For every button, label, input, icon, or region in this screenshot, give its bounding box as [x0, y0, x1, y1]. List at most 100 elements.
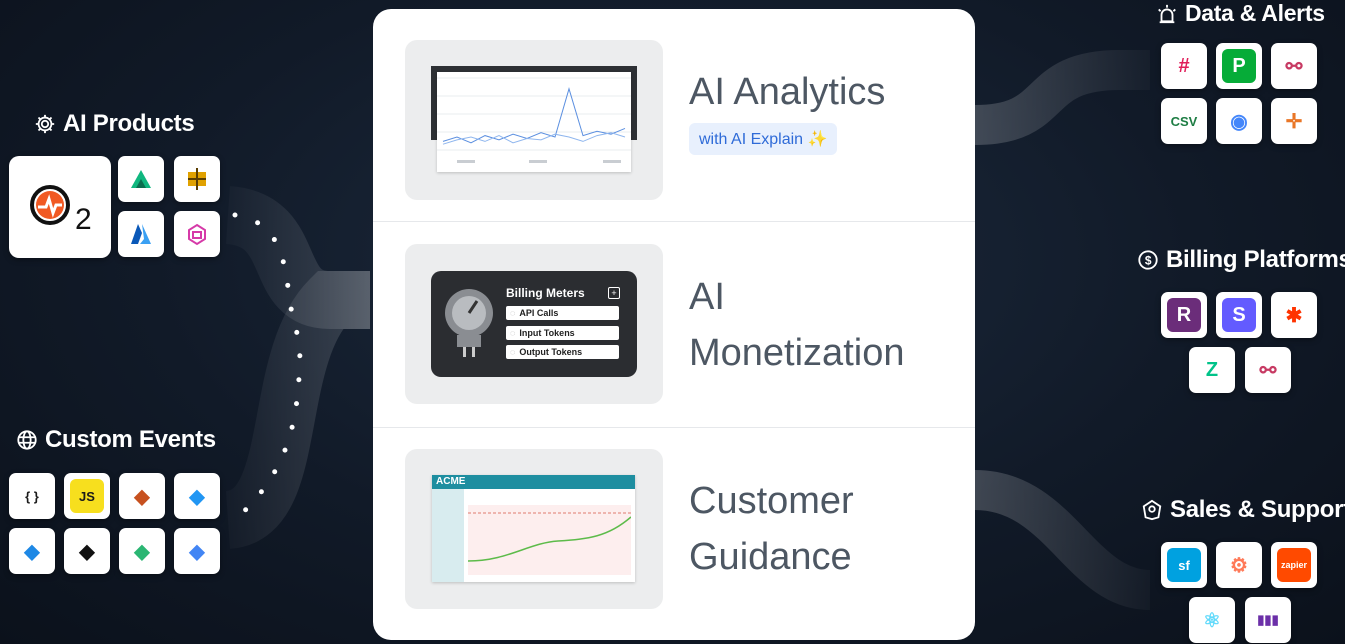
- headset-icon: [1142, 499, 1162, 521]
- hubspot-tile[interactable]: ⚙: [1216, 542, 1262, 588]
- javascript-tile[interactable]: JS: [64, 473, 110, 519]
- meter-row[interactable]: ◌ Output Tokens: [506, 345, 619, 359]
- bird-tile[interactable]: ◆: [9, 528, 55, 574]
- tableau-tile[interactable]: ✛: [1271, 98, 1317, 144]
- webhook-tile[interactable]: ⚯: [1271, 43, 1317, 89]
- flow-sales: [973, 470, 1152, 610]
- dollar-coin-icon: $: [1138, 250, 1158, 270]
- meter-row[interactable]: ◌ Input Tokens: [506, 326, 619, 340]
- tableau-icon: ✛: [1277, 104, 1311, 138]
- l-logo-tile[interactable]: ◆: [64, 528, 110, 574]
- zuora-icon: Z: [1195, 353, 1229, 387]
- svg-text:$: $: [1145, 254, 1152, 268]
- monetization-thumbnail[interactable]: Billing Meters + ◌ API Calls ◌ Input Token…: [405, 244, 663, 404]
- recurly-icon: R: [1167, 298, 1201, 332]
- ai-products-title: AI Products: [34, 110, 195, 138]
- svg-text:2: 2: [75, 203, 92, 236]
- analytics-thumbnail[interactable]: [405, 40, 663, 200]
- hubspot-icon: ⚙: [1222, 548, 1256, 582]
- webhook-tile[interactable]: ⚯: [1245, 347, 1291, 393]
- aws-icon: ◆: [125, 479, 159, 513]
- analytics-chart-panel: [437, 72, 631, 172]
- pagerduty-icon: P: [1222, 49, 1256, 83]
- meter-row[interactable]: ◌ API Calls: [506, 306, 619, 320]
- anthropic-logo-tile[interactable]: [118, 156, 164, 202]
- perplexity-logo-icon: [188, 168, 206, 190]
- usage-chart: [467, 512, 632, 562]
- meter-gauge-icon: [445, 289, 493, 357]
- bigquery-tile[interactable]: ◉: [1216, 98, 1262, 144]
- swift-bird-tile[interactable]: ◆: [174, 473, 220, 519]
- zapier-icon: zapier: [1277, 548, 1311, 582]
- webhook-icon: ⚯: [1277, 49, 1311, 83]
- json-tile[interactable]: { }: [9, 473, 55, 519]
- anthropic-logo-icon: [131, 170, 151, 188]
- pagerduty-tile[interactable]: P: [1216, 43, 1262, 89]
- portal-sidebar: [432, 489, 464, 582]
- aws-tile[interactable]: ◆: [119, 473, 165, 519]
- chargebee-icon: ✱: [1277, 298, 1311, 332]
- divider: [373, 427, 975, 428]
- vertex-ai-logo-icon: [188, 223, 206, 246]
- react-icon: ⚛: [1195, 603, 1229, 637]
- azure-logo-tile[interactable]: [118, 211, 164, 257]
- o2-logo-icon: 2: [30, 185, 92, 236]
- acme-portal-preview: ACME: [432, 475, 635, 582]
- series-line-0: [442, 87, 626, 144]
- o2-logo-tile[interactable]: 2: [9, 156, 111, 258]
- zapier-tile[interactable]: zapier: [1271, 542, 1317, 588]
- custom-events-title: Custom Events: [16, 426, 216, 454]
- feature-title-guidance-line2: Guidance: [689, 536, 852, 578]
- webhook-icon: ⚯: [1251, 353, 1285, 387]
- salesforce-tile[interactable]: sf: [1161, 542, 1207, 588]
- divider: [373, 221, 975, 222]
- perplexity-logo-tile[interactable]: [174, 156, 220, 202]
- guidance-thumbnail[interactable]: ACME: [405, 449, 663, 609]
- billing-meters-panel: Billing Meters + ◌ API Calls ◌ Input Token…: [431, 271, 637, 377]
- flow-data-alerts: [974, 50, 1150, 145]
- intercom-icon: ▮▮▮: [1251, 603, 1285, 637]
- globe-icon: [17, 430, 37, 450]
- bird-icon: ◆: [15, 534, 49, 568]
- slack-tile[interactable]: #: [1161, 43, 1207, 89]
- billing-platforms-title: $ Billing Platforms: [1137, 246, 1345, 274]
- recurly-tile[interactable]: R: [1161, 292, 1207, 338]
- features-card: AI Analytics with AI Explain ✨ Billing M…: [373, 9, 975, 640]
- csv-icon: CSV: [1167, 104, 1201, 138]
- segment-tile[interactable]: ◆: [119, 528, 165, 574]
- diamond-tag-tile[interactable]: ◆: [174, 528, 220, 574]
- gear-icon: [35, 114, 55, 134]
- feature-title-analytics: AI Analytics: [689, 71, 886, 113]
- meter-icon: ◌: [510, 347, 516, 357]
- salesforce-icon: sf: [1167, 548, 1201, 582]
- ai-explain-badge[interactable]: with AI Explain ✨: [689, 123, 838, 155]
- stripe-icon: S: [1222, 298, 1256, 332]
- feature-title-monetization-line1: AI: [689, 276, 725, 318]
- swift-bird-icon: ◆: [180, 479, 214, 513]
- vertex-ai-logo-tile[interactable]: [174, 211, 220, 257]
- acme-brand: ACME: [436, 476, 466, 487]
- analytics-line-chart: [437, 77, 631, 163]
- slack-icon: #: [1167, 49, 1201, 83]
- zuora-tile[interactable]: Z: [1189, 347, 1235, 393]
- stripe-tile[interactable]: S: [1216, 292, 1262, 338]
- segment-icon: ◆: [125, 534, 159, 568]
- diamond-tag-icon: ◆: [180, 534, 214, 568]
- l-logo-icon: ◆: [70, 534, 104, 568]
- intercom-tile[interactable]: ▮▮▮: [1245, 597, 1291, 643]
- feature-title-monetization-line2: Monetization: [689, 332, 905, 374]
- billing-meters-title: Billing Meters: [506, 286, 585, 300]
- feature-title-guidance-line1: Customer: [689, 480, 854, 522]
- sales-support-title: Sales & Support: [1141, 496, 1345, 524]
- x-tick-placeholder: [529, 160, 547, 163]
- chargebee-tile[interactable]: ✱: [1271, 292, 1317, 338]
- data-alerts-title: Data & Alerts: [1156, 0, 1325, 27]
- json-icon: { }: [15, 479, 49, 513]
- meter-icon: ◌: [510, 328, 516, 338]
- bigquery-icon: ◉: [1222, 104, 1256, 138]
- add-meter-icon[interactable]: +: [608, 287, 620, 299]
- react-tile[interactable]: ⚛: [1189, 597, 1235, 643]
- siren-icon: [1158, 4, 1176, 23]
- x-tick-placeholder: [603, 160, 621, 163]
- csv-tile[interactable]: CSV: [1161, 98, 1207, 144]
